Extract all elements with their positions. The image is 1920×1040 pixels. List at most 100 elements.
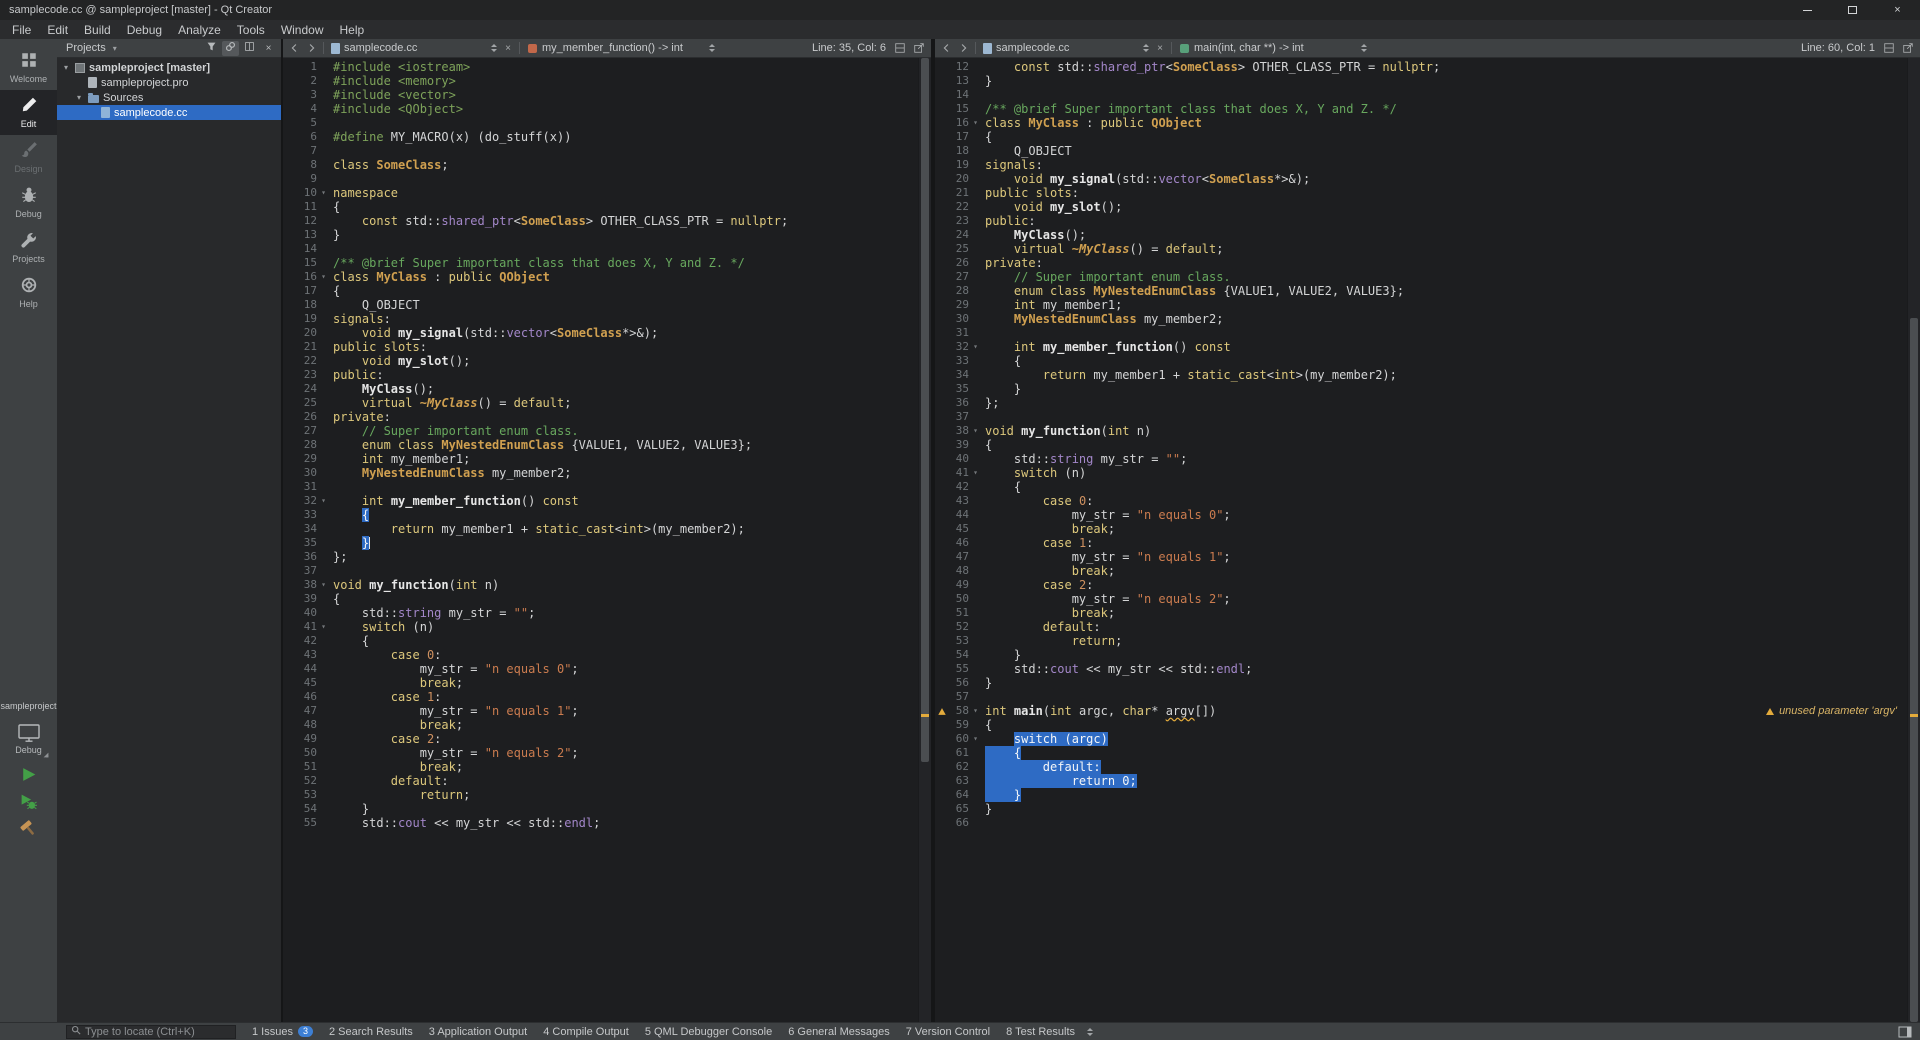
tree-expand-arrow[interactable]: ▾ <box>74 93 84 102</box>
code-line[interactable]: 63 return 0; <box>935 774 1907 788</box>
run-button[interactable] <box>0 763 57 790</box>
code-line[interactable]: 44 my_str = "n equals 0"; <box>283 662 918 676</box>
code-line[interactable]: 4 #include <QObject> <box>283 102 918 116</box>
code-line[interactable]: 33 { <box>283 508 918 522</box>
menu-window[interactable]: Window <box>273 20 332 39</box>
code-line[interactable]: 51 break; <box>935 606 1907 620</box>
code-line[interactable]: 41 ▾ switch (n) <box>935 466 1907 480</box>
code-line[interactable]: 28 enum class MyNestedEnumClass {VALUE1,… <box>935 284 1907 298</box>
code-line[interactable]: 16 ▾ class MyClass : public QObject <box>283 270 918 284</box>
tree-item[interactable]: samplecode.cc <box>57 105 281 120</box>
code-line[interactable]: 35 } <box>283 536 918 550</box>
code-line[interactable]: 2 #include <memory> <box>283 74 918 88</box>
code-line[interactable]: 32 ▾ int my_member_function() const <box>283 494 918 508</box>
output-pane-button[interactable]: 6 General Messages <box>780 1023 898 1040</box>
code-line[interactable]: 12 const std:: shared_ptr < SomeClass > OTHE… <box>283 214 918 228</box>
code-line[interactable]: 1 #include <iostream> <box>283 60 918 74</box>
code-line[interactable]: 54 } <box>935 648 1907 662</box>
code-line[interactable]: 62 default: <box>935 760 1907 774</box>
code-line[interactable]: 20 void my_signal (std:: vector < SomeClass *… <box>283 326 918 340</box>
code-line[interactable]: 19 signals: <box>935 158 1907 172</box>
output-pane-button[interactable]: 4 Compile Output <box>535 1023 637 1040</box>
code-line[interactable]: 35 } <box>935 382 1907 396</box>
code-line[interactable]: 47 my_str = "n equals 1"; <box>283 704 918 718</box>
build-button[interactable] <box>0 817 57 844</box>
code-line[interactable]: 14 <box>283 242 918 256</box>
code-line[interactable]: 55 std:: cout << my_str << std:: endl; <box>283 816 918 830</box>
code-line[interactable]: 50 my_str = "n equals 2"; <box>283 746 918 760</box>
menu-help[interactable]: Help <box>332 20 373 39</box>
code-line[interactable]: 40 std:: string my_str = ""; <box>283 606 918 620</box>
code-line[interactable]: 28 enum class MyNestedEnumClass {VALUE1,… <box>283 438 918 452</box>
code-line[interactable]: 49 case 2: <box>935 578 1907 592</box>
fold-marker-icon[interactable]: ▾ <box>317 186 330 200</box>
code-line[interactable]: 38 ▾ void my_function(int n) <box>935 424 1907 438</box>
code-line[interactable]: 42 { <box>935 480 1907 494</box>
tree-item[interactable]: sampleproject.pro <box>57 75 281 90</box>
output-pane-button[interactable]: 2 Search Results <box>321 1023 421 1040</box>
code-line[interactable]: 7 <box>283 144 918 158</box>
split-editor-button[interactable] <box>891 40 909 56</box>
code-line[interactable]: 24 MyClass (); <box>935 228 1907 242</box>
menu-debug[interactable]: Debug <box>119 20 170 39</box>
code-line[interactable]: 10 ▾ namespace <box>283 186 918 200</box>
menu-file[interactable]: File <box>4 20 39 39</box>
code-line[interactable]: 13} <box>935 74 1907 88</box>
code-line[interactable]: 13} <box>283 228 918 242</box>
code-line[interactable]: 34 return my_member1 + static_cast < int >(… <box>935 368 1907 382</box>
code-line[interactable]: 44 my_str = "n equals 0"; <box>935 508 1907 522</box>
code-line[interactable]: 31 <box>935 326 1907 340</box>
output-pane-button[interactable]: 3 Application Output <box>421 1023 535 1040</box>
fold-marker-icon[interactable]: ▾ <box>969 340 982 354</box>
code-line[interactable]: 8 class SomeClass; <box>283 158 918 172</box>
sidebar-toggle-icon[interactable] <box>1898 1026 1912 1038</box>
code-line[interactable]: 39 { <box>935 438 1907 452</box>
code-line[interactable]: 37 <box>283 564 918 578</box>
close-document-button[interactable]: × <box>501 41 515 55</box>
code-line[interactable]: 27 // Super important enum class. <box>283 424 918 438</box>
code-line[interactable]: 54 } <box>283 802 918 816</box>
output-panes-menu-button[interactable] <box>1087 1027 1093 1036</box>
code-line[interactable]: 31 <box>283 480 918 494</box>
code-line[interactable]: 27 // Super important enum class. <box>935 270 1907 284</box>
code-line[interactable]: 43 case 0: <box>283 648 918 662</box>
code-line[interactable]: 38 ▾ void my_function(int n) <box>283 578 918 592</box>
code-line[interactable]: 18 Q_OBJECT <box>283 298 918 312</box>
mode-edit[interactable]: Edit <box>0 90 57 135</box>
code-line[interactable]: 20 void my_signal (std:: vector < SomeClass *… <box>935 172 1907 186</box>
back-button[interactable] <box>938 40 954 56</box>
code-line[interactable]: 22 void my_slot (); <box>283 354 918 368</box>
code-line[interactable]: 16 ▾ class MyClass : public QObject <box>935 116 1907 130</box>
code-line[interactable]: 40 std:: string my_str = ""; <box>935 452 1907 466</box>
menu-tools[interactable]: Tools <box>229 20 273 39</box>
open-in-window-button[interactable] <box>910 40 928 56</box>
code-line[interactable]: 21 public slots: <box>283 340 918 354</box>
close-split-button[interactable] <box>1899 40 1917 56</box>
code-line[interactable]: 53 return; <box>283 788 918 802</box>
code-line[interactable]: 25 virtual ~MyClass() = default; <box>283 396 918 410</box>
code-line[interactable]: 47 my_str = "n equals 1"; <box>935 550 1907 564</box>
code-line[interactable]: 15 /** @brief Super important class that … <box>935 102 1907 116</box>
code-line[interactable]: 49 case 2: <box>283 732 918 746</box>
code-line[interactable]: 55 std:: cout << my_str << std:: endl; <box>935 662 1907 676</box>
mode-debug[interactable]: Debug <box>0 180 57 225</box>
code-line[interactable]: 26 private: <box>283 410 918 424</box>
code-line[interactable]: 23 public: <box>283 368 918 382</box>
code-line[interactable]: 26 private: <box>935 256 1907 270</box>
code-line[interactable]: 50 my_str = "n equals 2"; <box>935 592 1907 606</box>
code-line[interactable]: 24 MyClass (); <box>283 382 918 396</box>
output-pane-button[interactable]: 5 QML Debugger Console <box>637 1023 780 1040</box>
filter-button[interactable] <box>203 41 220 56</box>
kit-selector-button[interactable]: Debug <box>4 715 54 763</box>
code-line[interactable]: 52 default: <box>935 620 1907 634</box>
menu-build[interactable]: Build <box>76 20 119 39</box>
code-line[interactable]: 29 int my_member1; <box>935 298 1907 312</box>
code-line[interactable]: 46 case 1: <box>935 536 1907 550</box>
panel-title[interactable]: Projects <box>61 42 106 54</box>
code-line[interactable]: 41 ▾ switch (n) <box>283 620 918 634</box>
code-line[interactable]: 52 default: <box>283 774 918 788</box>
fold-marker-icon[interactable]: ▾ <box>317 620 330 634</box>
code-line[interactable]: 61 { <box>935 746 1907 760</box>
code-line[interactable]: 9 <box>283 172 918 186</box>
code-line[interactable]: 34 return my_member1 + static_cast < int >(… <box>283 522 918 536</box>
